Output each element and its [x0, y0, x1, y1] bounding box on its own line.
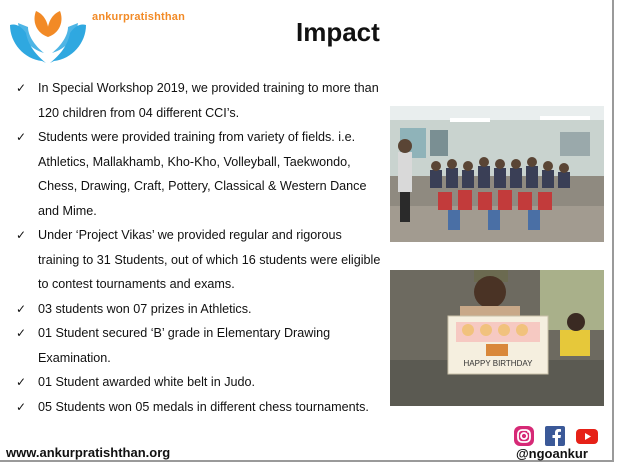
check-icon: ✓	[16, 326, 27, 340]
instagram-icon[interactable]	[513, 425, 535, 447]
youtube-icon[interactable]	[575, 425, 599, 447]
brand-name: ankurpratishthan	[92, 11, 186, 23]
check-icon: ✓	[16, 228, 27, 242]
page-title: Impact	[296, 17, 380, 47]
workshop-photo	[390, 106, 604, 242]
list-item-text: Students were provided training from var…	[38, 130, 367, 218]
drawing-card-text: HAPPY BIRTHDAY	[464, 359, 534, 368]
list-item-text: 01 Student secured ‘B’ grade in Elementa…	[38, 326, 331, 365]
list-item: ✓ 01 Student awarded white belt in Judo.	[16, 370, 386, 395]
website-link[interactable]: www.ankurpratishthan.org	[6, 445, 170, 460]
list-item-text: 05 Students won 05 medals in different c…	[38, 399, 369, 414]
list-item: ✓ 01 Student secured ‘B’ grade in Element…	[16, 321, 386, 370]
list-item: ✓ 03 students won 07 prizes in Athletics.	[16, 297, 386, 322]
check-icon: ✓	[16, 301, 27, 316]
check-icon: ✓	[16, 81, 27, 95]
list-item: ✓ In Special Workshop 2019, we provided t…	[16, 76, 386, 125]
list-item-text: 03 students won 07 prizes in Athletics.	[38, 301, 252, 316]
list-item: ✓ Under ‘Project Vikas’ we provided regul…	[16, 223, 386, 297]
list-item: ✓ Students were provided training from va…	[16, 125, 386, 223]
list-item: ✓ 05 Students won 05 medals in different …	[16, 395, 386, 420]
check-icon: ✓	[16, 375, 27, 389]
check-icon: ✓	[16, 399, 27, 414]
ankur-logo-icon	[10, 11, 86, 63]
list-item-text: Under ‘Project Vikas’ we provided regula…	[38, 228, 381, 291]
list-item-text: In Special Workshop 2019, we provided tr…	[38, 81, 379, 120]
social-handle[interactable]: @ngoankur	[516, 446, 588, 461]
student-drawing-photo: HAPPY BIRTHDAY	[390, 270, 604, 406]
check-icon: ✓	[16, 130, 27, 144]
list-item-text: 01 Student awarded white belt in Judo.	[38, 375, 256, 389]
facebook-icon[interactable]	[544, 425, 566, 447]
impact-list: ✓ In Special Workshop 2019, we provided t…	[16, 76, 386, 419]
